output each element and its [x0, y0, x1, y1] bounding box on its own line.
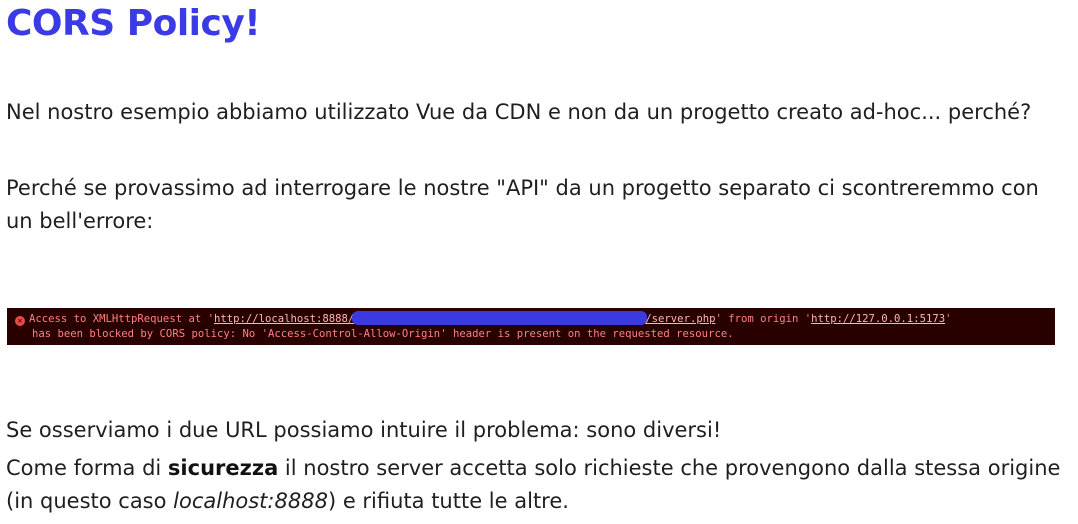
- paragraph-urls-different: Se osserviamo i due URL possiamo intuire…: [6, 418, 722, 442]
- console-error-line-2: has been blocked by CORS policy: No 'Acc…: [32, 328, 734, 340]
- slide-title: CORS Policy!: [6, 3, 261, 44]
- security-text-before: Come forma di: [6, 456, 168, 480]
- paragraph-api-error: Perché se provassimo ad interrogare le n…: [6, 176, 1039, 233]
- security-text-after: ) e rifiuta tutte le altre.: [327, 489, 569, 513]
- redacted-path: [352, 311, 648, 325]
- console-url-origin: http://127.0.0.1:5173: [811, 313, 946, 325]
- security-bold: sicurezza: [167, 456, 279, 480]
- console-url-request-start: http://localhost:8888/: [213, 313, 355, 325]
- console-url-request-end: /server.php: [645, 313, 716, 325]
- security-italic: localhost:8888: [173, 489, 328, 513]
- console-middle: ' from origin ': [715, 313, 812, 325]
- paragraph-cdn: Nel nostro esempio abbiamo utilizzato Vu…: [6, 100, 1032, 124]
- console-url-request: http://localhost:8888/ /server.php: [213, 311, 716, 325]
- error-icon: ✕: [15, 316, 25, 326]
- console-suffix: ': [945, 313, 952, 325]
- paragraph-security: Come forma di sicurezza il nostro server…: [6, 452, 1066, 518]
- console-error-line-1: ✕ Access to XMLHttpRequest at 'http://loc…: [15, 311, 1055, 327]
- console-prefix: Access to XMLHttpRequest at ': [29, 313, 214, 325]
- console-error-screenshot: ✕ Access to XMLHttpRequest at 'http://loc…: [7, 308, 1055, 345]
